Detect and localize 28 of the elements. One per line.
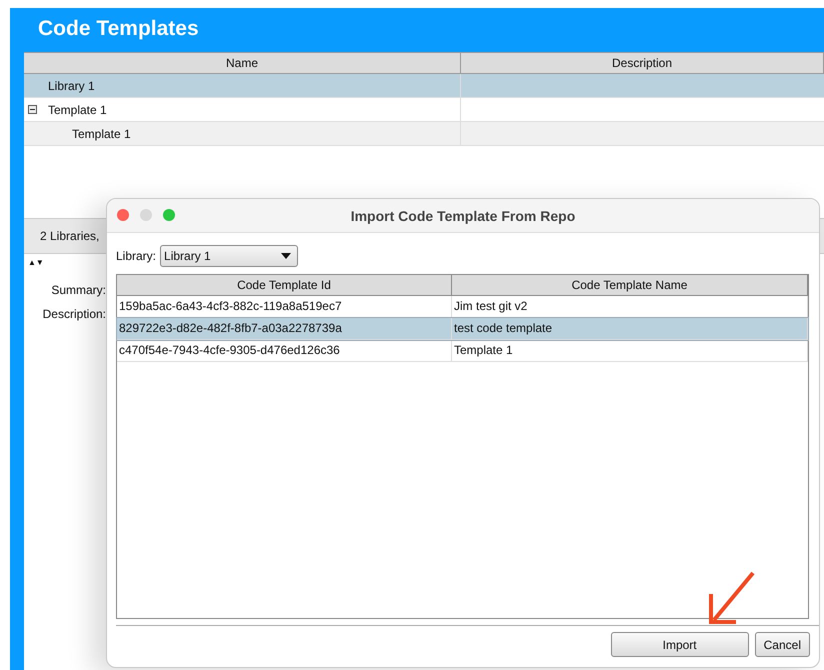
- table-cell: c470f54e-7943-4cfe-9305-d476ed126c36: [117, 340, 452, 361]
- table-row[interactable]: c470f54e-7943-4cfe-9305-d476ed126c36 Template 1: [117, 340, 808, 362]
- dialog-button[interactable]: Import: [610, 632, 749, 657]
- tree-item-label: Library 1: [48, 78, 95, 92]
- table-cell: test code template: [452, 318, 808, 339]
- field-label: Description:: [42, 307, 106, 321]
- column-header[interactable]: Code Template Name: [452, 275, 808, 295]
- status-text: 2 Libraries,: [40, 229, 100, 243]
- sort-arrows[interactable]: ▲▼: [24, 257, 44, 269]
- page-title: Code Templates: [38, 17, 199, 41]
- dialog-title: Import Code Template From Repo: [350, 208, 576, 224]
- collapse-icon[interactable]: [28, 105, 37, 114]
- tree-row[interactable]: Library 1: [24, 74, 824, 98]
- close-button[interactable]: [117, 209, 129, 221]
- table-cell: Template 1: [452, 340, 808, 361]
- tree-item-label: Template 1: [72, 126, 131, 140]
- dialog-button[interactable]: Cancel: [754, 632, 810, 657]
- library-dropdown[interactable]: Library 1: [160, 245, 298, 267]
- library-label: Library:: [116, 249, 156, 263]
- column-header[interactable]: Name: [24, 53, 461, 73]
- column-header[interactable]: Code Template Id: [117, 275, 452, 295]
- column-header[interactable]: Description: [461, 53, 824, 73]
- table-cell: 829722e3-d82e-482f-8fb7-a03a2278739a: [117, 318, 452, 339]
- zoom-button[interactable]: [163, 209, 175, 221]
- field-label: Summary:: [51, 283, 106, 297]
- tree-row[interactable]: Template 1: [24, 122, 824, 146]
- table-row[interactable]: 829722e3-d82e-482f-8fb7-a03a2278739a test code template: [117, 318, 808, 340]
- tree-item-label: Template 1: [48, 102, 107, 116]
